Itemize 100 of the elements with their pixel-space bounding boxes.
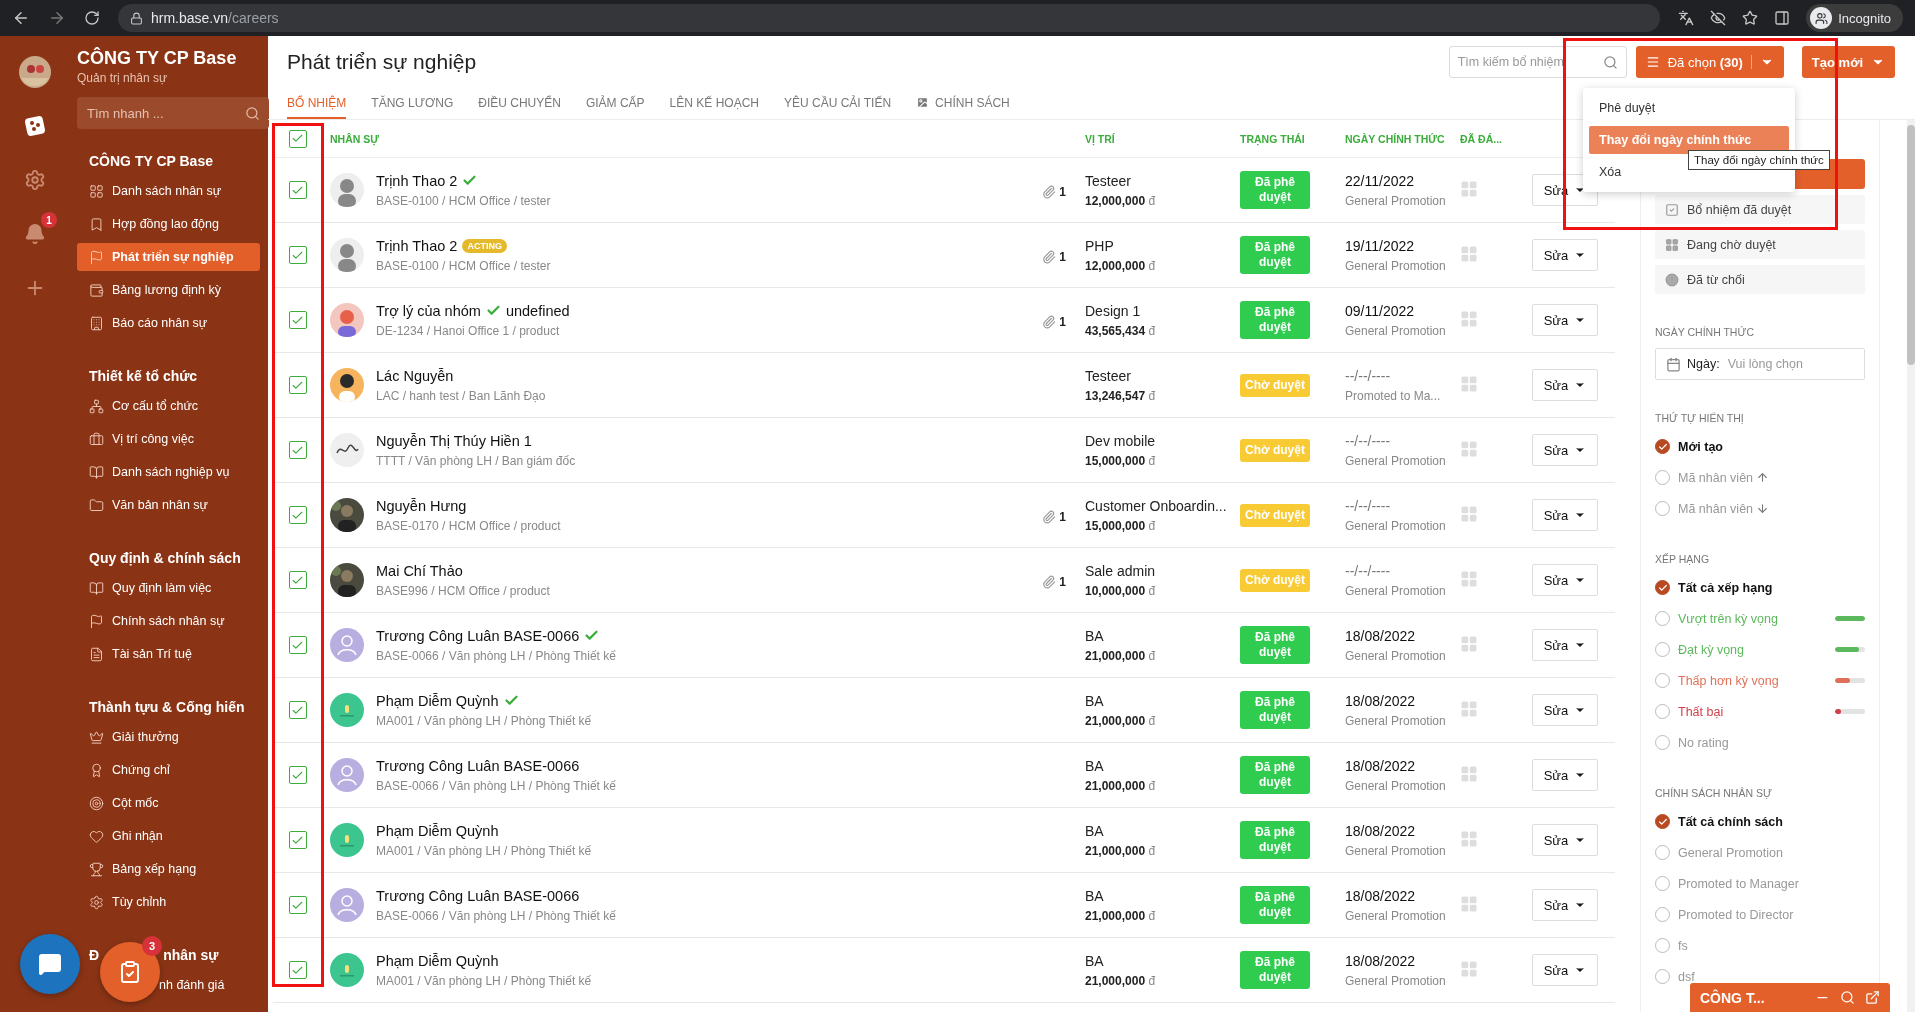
sidebar-item[interactable]: nh đánh giá (159, 971, 260, 999)
sidebar-item[interactable]: Danh sách nhân sự (77, 177, 260, 205)
sidebar-item[interactable]: Tùy chỉnh (77, 888, 260, 916)
sidebar-item[interactable]: Tài sản Trí tuệ (77, 640, 260, 668)
radio-button[interactable] (1655, 735, 1670, 750)
checkbox[interactable] (288, 311, 307, 329)
sidebar-item[interactable]: Văn bản nhân sự (77, 491, 260, 519)
tab[interactable]: ĐIỀU CHUYỂN (478, 88, 561, 119)
briefcase-icon (89, 431, 104, 447)
checkbox[interactable] (288, 129, 307, 148)
tab[interactable]: GIẢM CẤP (585, 88, 645, 119)
side-panel-icon[interactable] (1774, 10, 1791, 26)
employee-details: MA001 / Văn phòng LH / Phòng Thiết kế (376, 713, 593, 728)
checkbox[interactable] (288, 506, 307, 524)
sidebar-item[interactable]: Ghi nhận (77, 822, 260, 850)
radio-button[interactable] (1655, 938, 1670, 953)
edit-button[interactable]: Sửa (1532, 759, 1598, 791)
radio-button[interactable] (1655, 642, 1670, 657)
edit-button[interactable]: Sửa (1532, 369, 1598, 401)
back-icon[interactable] (12, 9, 30, 27)
status-filter[interactable]: Đã từ chối (1655, 265, 1865, 294)
radio-button[interactable] (1655, 673, 1670, 688)
checkbox[interactable] (288, 766, 307, 784)
radio-button[interactable] (1655, 439, 1670, 454)
section-title: Quy định & chính sách (88, 549, 242, 568)
sidebar-item[interactable]: Cơ cấu tổ chức (77, 392, 260, 420)
translate-icon[interactable] (1678, 10, 1695, 26)
edit-button[interactable]: Sửa (1532, 499, 1598, 531)
status-filter[interactable]: Đang chờ duyệt (1655, 230, 1865, 259)
profile-button[interactable]: Incognito (1806, 4, 1903, 32)
sidebar-item[interactable]: Bảng xếp hạng (77, 855, 260, 883)
sidebar-item[interactable]: Chính sách nhân sự (77, 607, 260, 635)
tab[interactable]: BỔ NHIỆM (287, 88, 347, 119)
radio-button[interactable] (1655, 845, 1670, 860)
sidebar-item[interactable]: Quy định làm việc (77, 574, 260, 602)
chat-widget[interactable]: CÔNG T... (1690, 983, 1890, 1012)
sidebar-item[interactable]: Giải thưởng (77, 723, 260, 751)
option-label: Mới tạo (1678, 439, 1723, 454)
tab[interactable]: LÊN KẾ HOẠCH (669, 88, 759, 119)
employee-details: LAC / hanh test / Ban Lãnh Đạo (376, 388, 547, 403)
checkbox[interactable] (288, 441, 307, 459)
search-field[interactable]: Tìm kiếm bổ nhiệm (1448, 46, 1627, 78)
edit-button[interactable]: Sửa (1532, 824, 1598, 856)
eye-off-icon[interactable] (1710, 10, 1727, 26)
tab[interactable]: YÊU CẦU CẢI TIẾN (783, 88, 892, 119)
tab[interactable]: CHÍNH SÁCH (916, 88, 1010, 119)
radio-button[interactable] (1655, 611, 1670, 626)
scrollbar[interactable] (1907, 125, 1915, 365)
radio-button[interactable] (1655, 501, 1670, 516)
radio-button[interactable] (1655, 876, 1670, 891)
document-icon (89, 646, 104, 662)
checkbox[interactable] (288, 376, 307, 394)
radio-button[interactable] (1655, 907, 1670, 922)
edit-button[interactable]: Sửa (1532, 889, 1598, 921)
checkbox[interactable] (288, 571, 307, 589)
attachment-count: 1 (1059, 249, 1066, 264)
sidebar-item[interactable]: Chứng chỉ (77, 756, 260, 784)
sidebar-item[interactable]: Cột mốc (77, 789, 260, 817)
sidebar-item[interactable]: Bảng lương định kỳ (77, 276, 260, 304)
checkbox[interactable] (288, 246, 307, 264)
trophy-icon (89, 861, 104, 877)
radio-button[interactable] (1655, 704, 1670, 719)
edit-button[interactable]: Sửa (1532, 564, 1598, 596)
radio-button[interactable] (1655, 814, 1670, 829)
edit-button[interactable]: Sửa (1532, 954, 1598, 986)
position-name: BA (1085, 757, 1105, 774)
edit-button[interactable]: Sửa (1532, 304, 1598, 336)
radio-button[interactable] (1655, 969, 1670, 984)
checkbox[interactable] (288, 636, 307, 654)
sidebar-item[interactable]: Vị trí công việc (77, 425, 260, 453)
radio-button[interactable] (1655, 580, 1670, 595)
search-icon[interactable] (1840, 990, 1855, 1005)
checkbox[interactable] (288, 831, 307, 849)
date-field[interactable]: Ngày: Vui lòng chọn (1655, 348, 1865, 380)
sidebar-item[interactable]: Báo cáo nhân sự (77, 309, 260, 337)
sidebar-item[interactable]: Phát triển sự nghiệp (77, 243, 260, 271)
checkbox[interactable] (288, 701, 307, 719)
checkbox[interactable] (288, 961, 307, 979)
tab[interactable]: TĂNG LƯƠNG (371, 88, 454, 119)
effective-date: 09/11/2022 (1345, 302, 1416, 319)
sidebar-item[interactable]: Danh sách nghiệp vụ (77, 458, 260, 486)
checkbox[interactable] (288, 181, 307, 199)
external-link-icon[interactable] (1865, 990, 1880, 1005)
edit-button[interactable]: Sửa (1532, 694, 1598, 726)
address-bar[interactable]: hrm.base.vn/careers (118, 4, 1661, 32)
edit-button[interactable]: Sửa (1532, 629, 1598, 661)
status-filter[interactable]: Bổ nhiệm đã duyệt (1655, 195, 1865, 224)
star-icon[interactable] (1742, 10, 1759, 26)
message-icon (38, 952, 62, 976)
quick-search-field[interactable]: Tìm nhanh ... (77, 97, 269, 129)
radio-button[interactable] (1655, 470, 1670, 485)
create-button[interactable]: Tạo mới (1801, 46, 1895, 78)
checkbox[interactable] (288, 896, 307, 914)
edit-button[interactable]: Sửa (1532, 434, 1598, 466)
grid-icon (1460, 504, 1478, 523)
forward-icon[interactable] (48, 9, 66, 27)
edit-button[interactable]: Sửa (1532, 239, 1598, 271)
selected-button[interactable]: Đã chọn (30) (1635, 46, 1784, 78)
reload-icon[interactable] (84, 10, 100, 26)
sidebar-item[interactable]: Hợp đồng lao động (77, 210, 260, 238)
